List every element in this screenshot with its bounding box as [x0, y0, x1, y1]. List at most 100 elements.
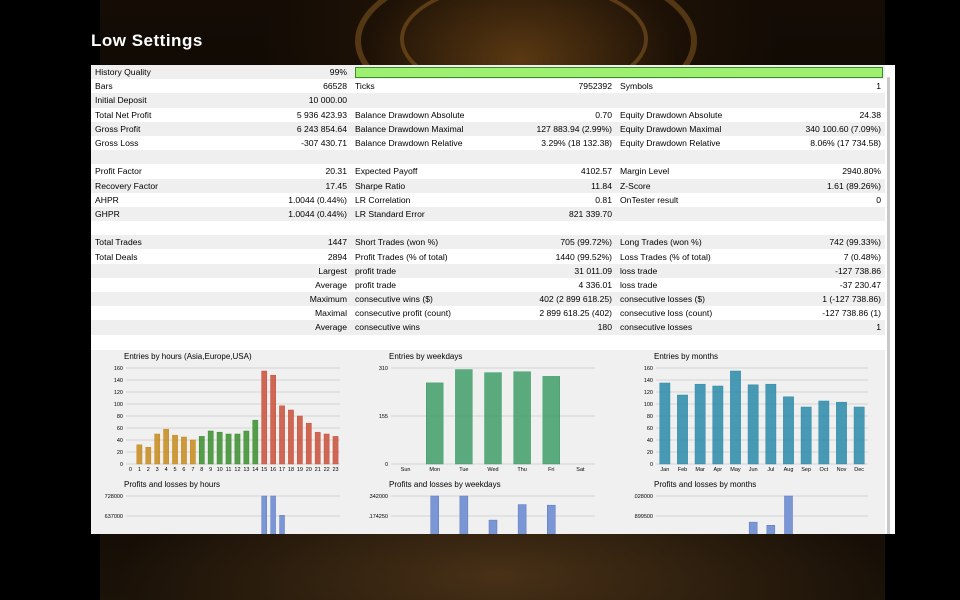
stat-label: Margin Level	[616, 164, 751, 179]
stat-value	[751, 206, 885, 222]
y-tick-label: 120	[644, 390, 653, 396]
bar	[190, 439, 196, 465]
stat-label: consecutive loss (count)	[616, 306, 751, 321]
chart-plot: 134200011742501006500838750	[369, 494, 595, 534]
stat-value: 66528	[201, 79, 351, 94]
stat-label: LR Correlation	[351, 192, 481, 207]
y-tick-label: 120	[114, 390, 123, 396]
bar	[270, 495, 276, 534]
stats-row	[91, 150, 885, 165]
stats-table: History Quality 99% Bars 66528 Ticks 7952392 S…	[91, 65, 885, 349]
bar	[542, 376, 560, 465]
x-tick-label: Thu	[517, 467, 526, 473]
y-tick-label: 155	[379, 414, 388, 420]
bar	[747, 384, 759, 465]
x-tick-label: 18	[288, 467, 294, 473]
stat-label	[91, 150, 201, 165]
stat-value: 1440 (99.52%)	[481, 249, 616, 264]
stat-value: 0	[751, 192, 885, 207]
stat-label	[616, 93, 751, 108]
stat-value: Maximum	[201, 292, 351, 307]
stats-row	[91, 334, 885, 349]
stat-label: loss trade	[616, 263, 751, 278]
bar	[172, 434, 178, 465]
bar	[252, 419, 259, 465]
x-tick-label: Fri	[548, 467, 554, 473]
stat-label	[91, 334, 201, 349]
bar	[270, 374, 276, 465]
stat-value: 340 100.60 (7.09%)	[751, 121, 885, 136]
stat-label: GHPR	[91, 206, 201, 222]
stat-value	[201, 221, 351, 236]
stat-value: 4 336.01	[481, 277, 616, 292]
bar	[547, 504, 556, 534]
stat-label: OnTester result	[616, 192, 751, 207]
bar	[279, 405, 285, 465]
stat-label	[91, 306, 201, 321]
y-tick-label: 310	[379, 366, 388, 372]
stat-label: Initial Deposit	[91, 93, 201, 108]
scrollbar-thumb[interactable]	[887, 77, 890, 534]
stat-value: 2894	[201, 249, 351, 264]
stats-row: Gross Profit 6 243 854.64 Balance Drawdown…	[91, 121, 885, 136]
x-tick-label: 1	[138, 467, 141, 473]
chart-title: Entries by months	[654, 352, 719, 361]
stat-label: Balance Drawdown Relative	[351, 135, 481, 151]
bar	[154, 433, 161, 465]
stat-label: consecutive losses ($)	[616, 292, 751, 307]
bar	[261, 370, 268, 465]
x-tick-label: Dec	[854, 467, 864, 473]
bar	[659, 382, 671, 465]
x-tick-label: 20	[306, 467, 312, 473]
x-tick-label: 15	[261, 467, 267, 473]
bar	[297, 415, 303, 465]
stat-label: Total Net Profit	[91, 107, 201, 122]
stat-value	[201, 150, 351, 165]
stat-value	[201, 334, 351, 349]
stat-value: 1	[751, 79, 885, 94]
y-tick-label: 0	[650, 462, 653, 468]
bar	[459, 495, 469, 534]
stat-value: -307 430.71	[201, 135, 351, 151]
y-tick-label: 40	[117, 438, 123, 444]
bar	[818, 400, 830, 465]
x-tick-label: Mar	[695, 467, 705, 473]
chart-plot: 1028000899500771000642500	[634, 494, 868, 534]
chart: Profits and losses by months1028000 89950…	[634, 480, 872, 534]
bar	[145, 446, 152, 465]
stat-value: Average	[201, 320, 351, 335]
stat-value: 3.29% (18 132.38)	[481, 135, 616, 151]
x-tick-label: 21	[315, 467, 321, 473]
stat-label: Equity Drawdown Absolute	[616, 107, 751, 122]
x-tick-label: 3	[156, 467, 159, 473]
stat-label	[351, 93, 481, 108]
y-tick-label: 1174250	[369, 514, 388, 520]
history-quality-cell	[351, 65, 885, 80]
stat-label: Gross Profit	[91, 121, 201, 136]
stat-label: Equity Drawdown Relative	[616, 135, 751, 151]
stat-value: 10 000.00	[201, 93, 351, 108]
stat-value: 705 (99.72%)	[481, 235, 616, 250]
y-tick-label: 80	[647, 414, 653, 420]
vertical-scrollbar[interactable]	[885, 65, 895, 534]
stat-value: Maximal	[201, 306, 351, 321]
bar	[181, 436, 187, 465]
stat-value: 7 (0.48%)	[751, 249, 885, 264]
bar	[163, 428, 169, 465]
bar	[800, 406, 812, 465]
stats-row: GHPR 1.0044 (0.44%) LR Standard Error 821 3…	[91, 206, 885, 222]
chart: Profits and losses by hours7280006370005…	[104, 480, 344, 534]
y-tick-label: 728000	[105, 494, 123, 500]
stat-label: Recovery Factor	[91, 178, 201, 193]
stats-row: Bars 66528 Ticks 7952392 Symbols 1	[91, 79, 885, 94]
y-tick-label: 1342000	[369, 494, 388, 500]
stat-value	[751, 334, 885, 349]
stat-value	[751, 150, 885, 165]
x-tick-label: Oct	[820, 467, 829, 473]
stats-row: Recovery Factor 17.45 Sharpe Ratio 11.84 Z-S…	[91, 178, 885, 193]
bar	[225, 433, 232, 465]
x-tick-label: 10	[217, 467, 223, 473]
bar	[426, 382, 444, 465]
bar	[207, 430, 214, 465]
stat-value: 99%	[201, 65, 351, 80]
